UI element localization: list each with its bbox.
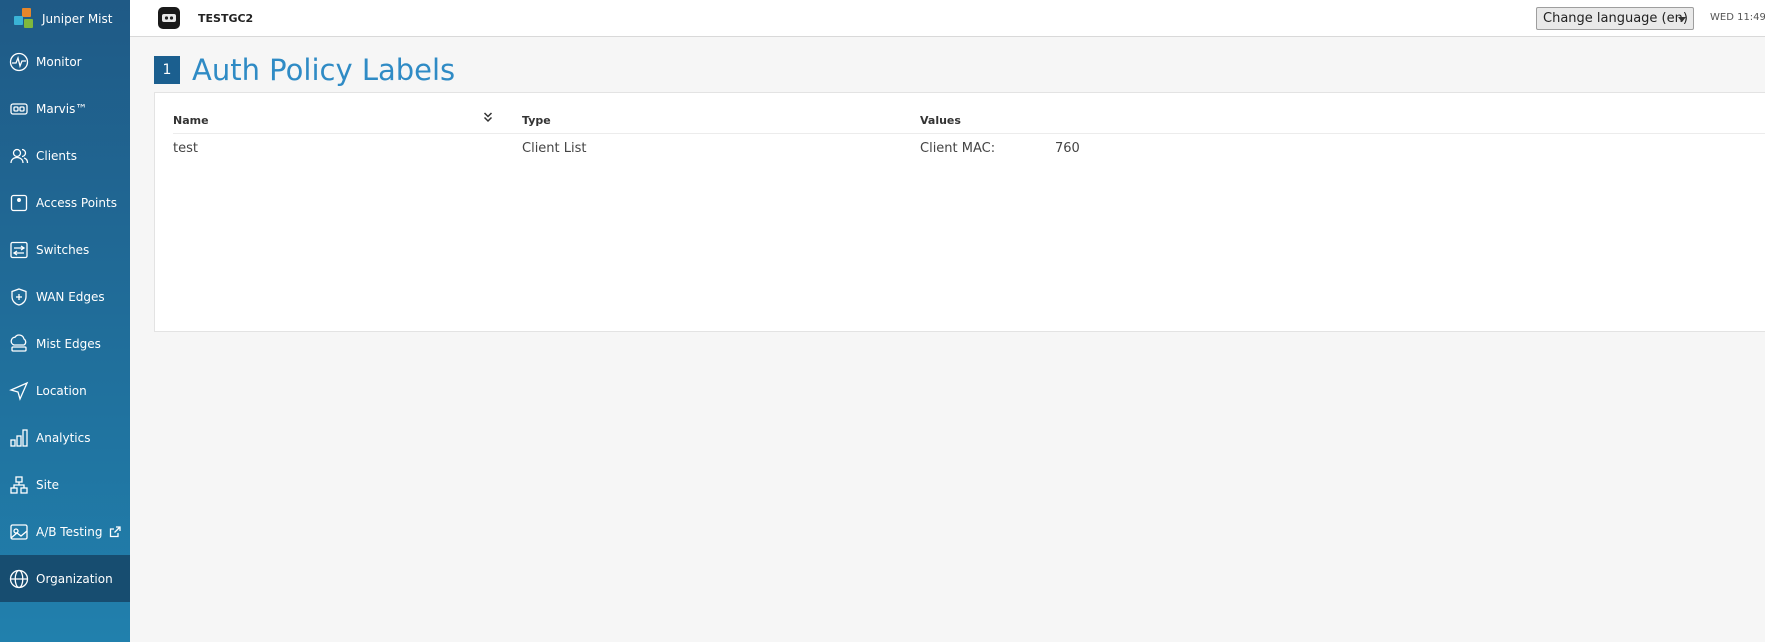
sidebar-item-location[interactable]: Location bbox=[0, 367, 130, 414]
sidebar-item-label: WAN Edges bbox=[36, 289, 105, 304]
count-badge: 1 bbox=[154, 56, 180, 84]
sidebar-item-label: A/B Testing bbox=[36, 524, 103, 539]
sidebar-item-clients[interactable]: Clients bbox=[0, 132, 130, 179]
wan-edges-icon bbox=[8, 286, 30, 308]
table-row[interactable]: test Client List Client MAC: 760 bbox=[173, 135, 1765, 165]
sidebar-item-site[interactable]: Site bbox=[0, 461, 130, 508]
org-robot-icon bbox=[162, 14, 176, 22]
mist-edges-icon bbox=[8, 333, 30, 355]
clients-icon bbox=[8, 145, 30, 167]
monitor-icon bbox=[8, 51, 30, 73]
sidebar-item-label: Access Points bbox=[36, 195, 117, 210]
sidebar-item-label: Analytics bbox=[36, 430, 91, 445]
sidebar-item-label: Switches bbox=[36, 242, 90, 257]
juniper-logo-icon bbox=[14, 8, 36, 30]
cell-value: 760 bbox=[1055, 141, 1080, 156]
organization-icon bbox=[8, 568, 30, 590]
juniper-mist-logo[interactable]: Juniper Mist bbox=[0, 0, 130, 38]
column-header-type[interactable]: Type bbox=[522, 114, 551, 127]
sidebar-item-ab-testing[interactable]: A/B Testing bbox=[0, 508, 130, 555]
external-link-icon bbox=[109, 525, 121, 538]
cell-type: Client List bbox=[522, 141, 587, 156]
access-point-icon bbox=[8, 192, 30, 214]
sidebar-item-analytics[interactable]: Analytics bbox=[0, 414, 130, 461]
app-root: Juniper Mist Monitor Marvis™ Clients Acc bbox=[0, 0, 1765, 642]
analytics-icon bbox=[8, 427, 30, 449]
brand-name: Juniper Mist bbox=[42, 12, 113, 26]
main-content: 1 Auth Policy Labels Name Type Values te… bbox=[130, 38, 1765, 642]
page-header: 1 Auth Policy Labels bbox=[154, 53, 455, 87]
sidebar-item-access-points[interactable]: Access Points bbox=[0, 179, 130, 226]
chevron-down-icon bbox=[1678, 17, 1686, 22]
language-select[interactable]: Change language (en) bbox=[1536, 7, 1694, 30]
cell-name: test bbox=[173, 141, 198, 156]
sidebar-item-label: Marvis™ bbox=[36, 101, 88, 116]
sort-icon[interactable] bbox=[483, 111, 493, 126]
site-icon bbox=[8, 474, 30, 496]
sidebar-item-label: Organization bbox=[36, 571, 113, 586]
sidebar-item-wan-edges[interactable]: WAN Edges bbox=[0, 273, 130, 320]
column-header-values[interactable]: Values bbox=[920, 114, 961, 127]
sidebar-item-label: Clients bbox=[36, 148, 77, 163]
sidebar-item-monitor[interactable]: Monitor bbox=[0, 38, 130, 85]
location-icon bbox=[8, 380, 30, 402]
table-header: Name Type Values bbox=[173, 104, 1765, 134]
top-header: TESTGC2 Change language (en) WED 11:49 bbox=[130, 0, 1765, 37]
sidebar-item-label: Monitor bbox=[36, 54, 82, 69]
ab-testing-icon bbox=[8, 521, 30, 543]
page-title: Auth Policy Labels bbox=[192, 53, 456, 87]
sidebar-item-switches[interactable]: Switches bbox=[0, 226, 130, 273]
column-header-type-label: Type bbox=[522, 114, 551, 127]
sidebar-item-label: Mist Edges bbox=[36, 336, 101, 351]
sidebar: Juniper Mist Monitor Marvis™ Clients Acc bbox=[0, 0, 130, 642]
marvis-icon bbox=[8, 98, 30, 120]
sidebar-item-marvis[interactable]: Marvis™ bbox=[0, 85, 130, 132]
cell-value-label: Client MAC: bbox=[920, 141, 996, 156]
switches-icon bbox=[8, 239, 30, 261]
column-header-name[interactable]: Name bbox=[173, 114, 209, 127]
org-name[interactable]: TESTGC2 bbox=[198, 12, 253, 25]
org-avatar[interactable] bbox=[158, 7, 180, 29]
sidebar-item-mist-edges[interactable]: Mist Edges bbox=[0, 320, 130, 367]
clock: WED 11:49 bbox=[1710, 12, 1765, 23]
sidebar-item-organization[interactable]: Organization bbox=[0, 555, 130, 602]
sidebar-item-label: Location bbox=[36, 383, 87, 398]
auth-policy-labels-table: Name Type Values test Client List Client… bbox=[154, 92, 1765, 332]
language-select-value: Change language (en) bbox=[1543, 11, 1688, 26]
sidebar-item-label: Site bbox=[36, 477, 60, 492]
